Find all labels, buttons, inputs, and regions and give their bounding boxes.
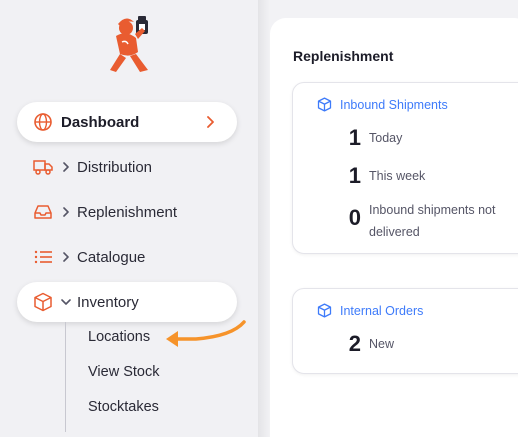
stat-label: New (369, 337, 395, 351)
chevron-down-icon (61, 299, 71, 305)
stat-label: Inbound shipments not delivered (369, 203, 496, 239)
sidebar-divider (258, 0, 270, 437)
card-title-link[interactable]: Inbound Shipments (340, 98, 448, 112)
internal-orders-card[interactable]: Internal Orders 2 New (292, 288, 518, 374)
chevron-right-icon (207, 116, 214, 128)
arrow-annotation-icon (166, 320, 246, 347)
inbox-icon (34, 205, 52, 219)
list-icon (34, 250, 52, 264)
card-header[interactable]: Internal Orders (317, 303, 423, 318)
stat-label: Today (369, 131, 403, 145)
chevron-right-icon (63, 252, 69, 262)
sidebar-item-label: Inventory (77, 293, 139, 311)
inbound-shipments-card[interactable]: Inbound Shipments 1 Today 1 This week 0 … (292, 82, 518, 254)
stat-value: 2 (348, 331, 361, 356)
stat-value: 1 (348, 125, 361, 150)
stat-value: 1 (348, 163, 361, 188)
box-icon (34, 292, 52, 312)
sidebar-subitem-view-stock[interactable]: View Stock (88, 364, 159, 380)
sidebar-item-distribution[interactable]: Distribution (17, 147, 237, 187)
stat-row: 1 Today (293, 125, 518, 151)
sidebar-item-label: Distribution (77, 158, 153, 176)
chevron-right-icon (63, 162, 69, 172)
sidebar-item-label: Catalogue (77, 248, 146, 266)
chevron-right-icon (63, 207, 69, 217)
sidebar-item-label: Dashboard (61, 113, 140, 131)
sidebar-item-catalogue[interactable]: Catalogue (17, 237, 237, 277)
stat-row: 0 Inbound shipments not delivered (293, 197, 518, 243)
stat-row: 2 New (293, 331, 518, 357)
sidebar-item-dashboard[interactable]: Dashboard (17, 102, 237, 142)
card-title-link[interactable]: Internal Orders (340, 304, 423, 318)
box-icon (317, 303, 332, 318)
sidebar-item-replenishment[interactable]: Replenishment (17, 192, 237, 232)
truck-icon (33, 160, 53, 175)
submenu-rail (65, 322, 66, 432)
box-icon (317, 97, 332, 112)
sidebar-item-label: Replenishment (77, 203, 178, 221)
sidebar-subitem-stocktakes[interactable]: Stocktakes (88, 399, 159, 415)
stat-row: 1 This week (293, 163, 518, 189)
app-logo (110, 16, 148, 72)
globe-icon (34, 113, 52, 131)
sidebar-subitem-locations[interactable]: Locations (88, 329, 150, 345)
section-title: Replenishment (293, 48, 394, 64)
card-header[interactable]: Inbound Shipments (317, 97, 448, 112)
stat-label: This week (369, 169, 426, 183)
stat-value: 0 (348, 205, 361, 230)
